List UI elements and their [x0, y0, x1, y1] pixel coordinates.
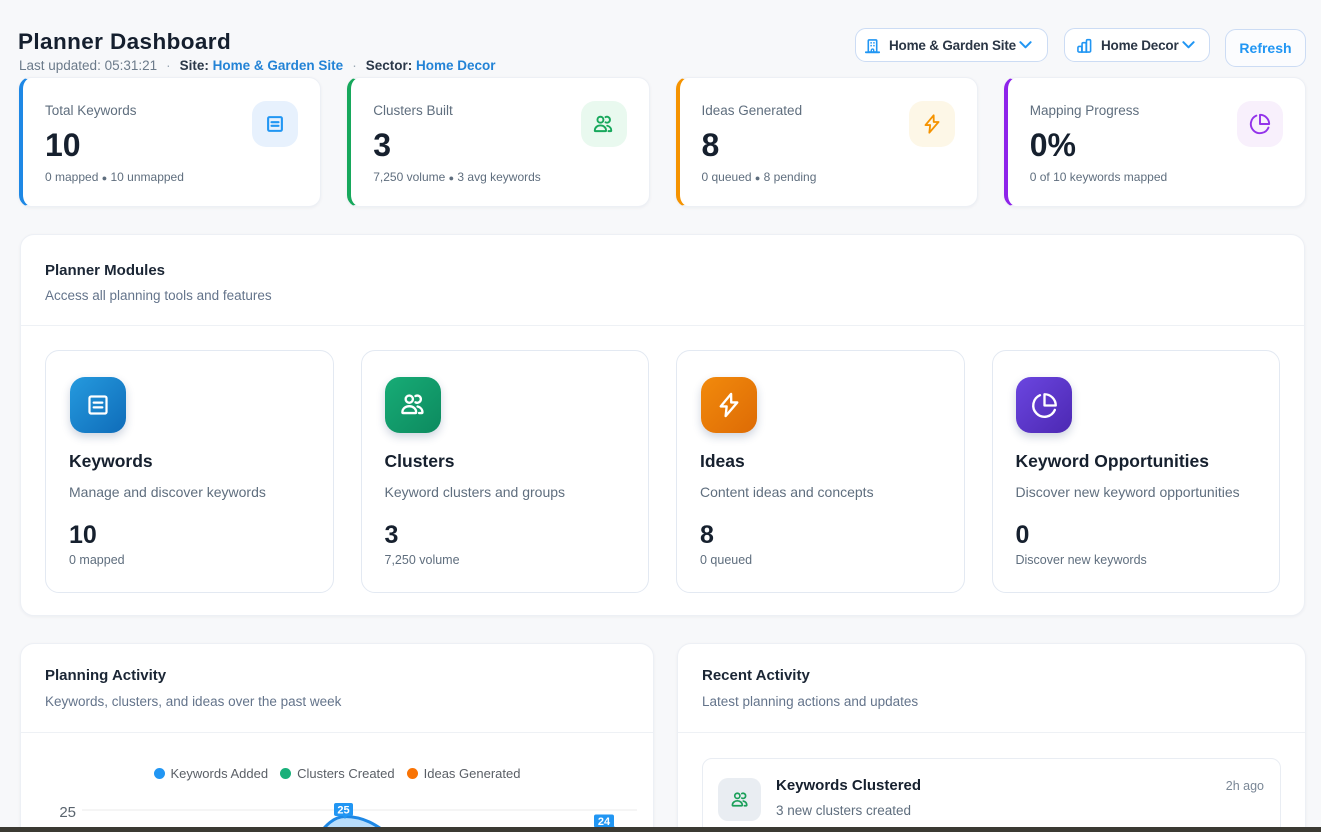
svg-text:25: 25: [59, 804, 76, 821]
svg-text:25: 25: [337, 805, 349, 817]
